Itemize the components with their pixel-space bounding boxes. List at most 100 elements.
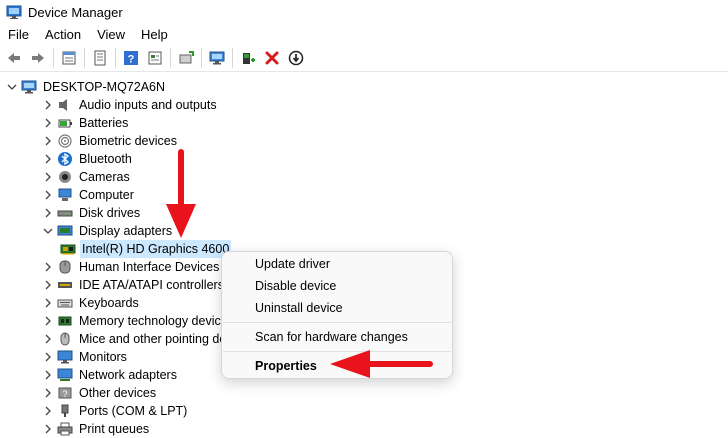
tree-category-label: Memory technology devices <box>79 314 234 328</box>
left-arrow-annotation-icon <box>330 350 433 378</box>
network-icon <box>57 367 73 383</box>
tree-root-label: DESKTOP-MQ72A6N <box>43 80 166 94</box>
tree-category-label: Ports (COM & LPT) <box>79 404 188 418</box>
tree-category[interactable]: Computer <box>42 186 136 204</box>
tree-category[interactable]: Audio inputs and outputs <box>42 96 219 114</box>
ctx-update-driver[interactable]: Update driver <box>255 255 330 273</box>
chevron-right-icon[interactable] <box>42 114 54 132</box>
camera-icon <box>57 169 73 185</box>
svg-text:?: ? <box>62 389 67 399</box>
chevron-right-icon[interactable] <box>42 402 54 420</box>
menu-help[interactable]: Help <box>133 24 176 45</box>
ctx-uninstall-device[interactable]: Uninstall device <box>255 299 343 317</box>
help-icon[interactable]: ? <box>121 48 141 68</box>
chevron-right-icon[interactable] <box>42 276 54 294</box>
tree-category[interactable]: IDE ATA/ATAPI controllers <box>42 276 226 294</box>
tree-category-label: Keyboards <box>79 296 139 310</box>
update-driver-icon[interactable] <box>176 48 196 68</box>
chevron-right-icon[interactable] <box>42 168 54 186</box>
toolbar-separator <box>170 48 171 68</box>
tree-category[interactable]: Batteries <box>42 114 130 132</box>
tree-category[interactable]: Display adapters <box>42 222 174 240</box>
tree-category-label: Bluetooth <box>79 152 132 166</box>
chevron-right-icon[interactable] <box>42 312 54 330</box>
printer-icon <box>57 421 73 437</box>
device-manager-app-icon <box>6 5 22 19</box>
tree-category[interactable]: Bluetooth <box>42 150 134 168</box>
toolbar-separator <box>84 48 85 68</box>
tree-category[interactable]: Monitors <box>42 348 129 366</box>
uninstall-icon[interactable] <box>262 48 282 68</box>
tree-category[interactable]: Human Interface Devices <box>42 258 221 276</box>
menu-bar: File Action View Help <box>0 24 728 45</box>
properties-icon[interactable] <box>59 48 79 68</box>
bluetooth-icon <box>57 151 73 167</box>
down-arrow-annotation-icon <box>166 149 196 238</box>
ctx-properties[interactable]: Properties <box>255 357 317 375</box>
disable-icon[interactable] <box>286 48 306 68</box>
chevron-right-icon[interactable] <box>42 186 54 204</box>
speaker-icon <box>57 97 73 113</box>
tree-category[interactable]: Memory technology devices <box>42 312 236 330</box>
tree-category-label: Human Interface Devices <box>79 260 220 274</box>
forward-icon[interactable] <box>28 48 48 68</box>
tree-root[interactable]: DESKTOP-MQ72A6N <box>6 78 167 96</box>
menu-file[interactable]: File <box>0 24 37 45</box>
chevron-right-icon[interactable] <box>42 384 54 402</box>
tree-category-label: Network adapters <box>79 368 177 382</box>
hid-icon <box>57 259 73 275</box>
chevron-right-icon[interactable] <box>42 366 54 384</box>
tree-category-label: Cameras <box>79 170 130 184</box>
chevron-right-icon[interactable] <box>42 330 54 348</box>
disk-icon <box>57 205 73 221</box>
tree-category[interactable]: Ports (COM & LPT) <box>42 402 189 420</box>
menu-view[interactable]: View <box>89 24 133 45</box>
chevron-right-icon[interactable] <box>42 294 54 312</box>
tree-category[interactable]: ? Other devices <box>42 384 158 402</box>
keyboard-icon <box>57 295 73 311</box>
ctx-scan-hardware[interactable]: Scan for hardware changes <box>255 328 408 346</box>
mouse-icon <box>57 331 73 347</box>
chevron-right-icon[interactable] <box>42 348 54 366</box>
toolbar-separator <box>201 48 202 68</box>
toolbar-separator <box>53 48 54 68</box>
tree-category[interactable]: Keyboards <box>42 294 141 312</box>
help-topics-icon[interactable] <box>90 48 110 68</box>
tree-category[interactable]: Disk drives <box>42 204 142 222</box>
ctx-disable-device[interactable]: Disable device <box>255 277 336 295</box>
chevron-right-icon[interactable] <box>42 420 54 438</box>
menu-action[interactable]: Action <box>37 24 89 45</box>
add-driver-icon[interactable] <box>238 48 258 68</box>
tree-category-label: Monitors <box>79 350 127 364</box>
tree-category[interactable]: Network adapters <box>42 366 179 384</box>
chevron-right-icon[interactable] <box>42 132 54 150</box>
device-intel-hd-graphics[interactable]: Intel(R) HD Graphics 4600 <box>60 240 232 258</box>
context-menu-separator <box>223 322 451 323</box>
tree-category-label: Computer <box>79 188 134 202</box>
view-icon[interactable] <box>145 48 165 68</box>
chevron-right-icon[interactable] <box>42 204 54 222</box>
tree-category[interactable]: Print queues <box>42 420 151 438</box>
chevron-right-icon[interactable] <box>42 258 54 276</box>
toolbar-separator <box>115 48 116 68</box>
back-icon[interactable] <box>4 48 24 68</box>
title-bar: Device Manager <box>0 0 728 24</box>
computer-icon <box>57 187 73 203</box>
battery-icon <box>57 115 73 131</box>
ide-icon <box>57 277 73 293</box>
tree-category-label: Disk drives <box>79 206 141 220</box>
scan-icon[interactable] <box>207 48 227 68</box>
tree-category-label: Print queues <box>79 422 150 436</box>
chevron-down-icon[interactable] <box>6 78 18 96</box>
chevron-down-icon[interactable] <box>42 222 54 240</box>
tree-category[interactable]: Biometric devices <box>42 132 179 150</box>
tree-category-label: Batteries <box>79 116 129 130</box>
window-title: Device Manager <box>28 4 123 20</box>
toolbar-separator <box>232 48 233 68</box>
chevron-right-icon[interactable] <box>42 96 54 114</box>
monitor-icon <box>57 349 73 365</box>
chevron-right-icon[interactable] <box>42 150 54 168</box>
svg-text:?: ? <box>128 54 135 66</box>
tree-category[interactable]: Cameras <box>42 168 132 186</box>
toolbar: ? <box>0 45 728 72</box>
